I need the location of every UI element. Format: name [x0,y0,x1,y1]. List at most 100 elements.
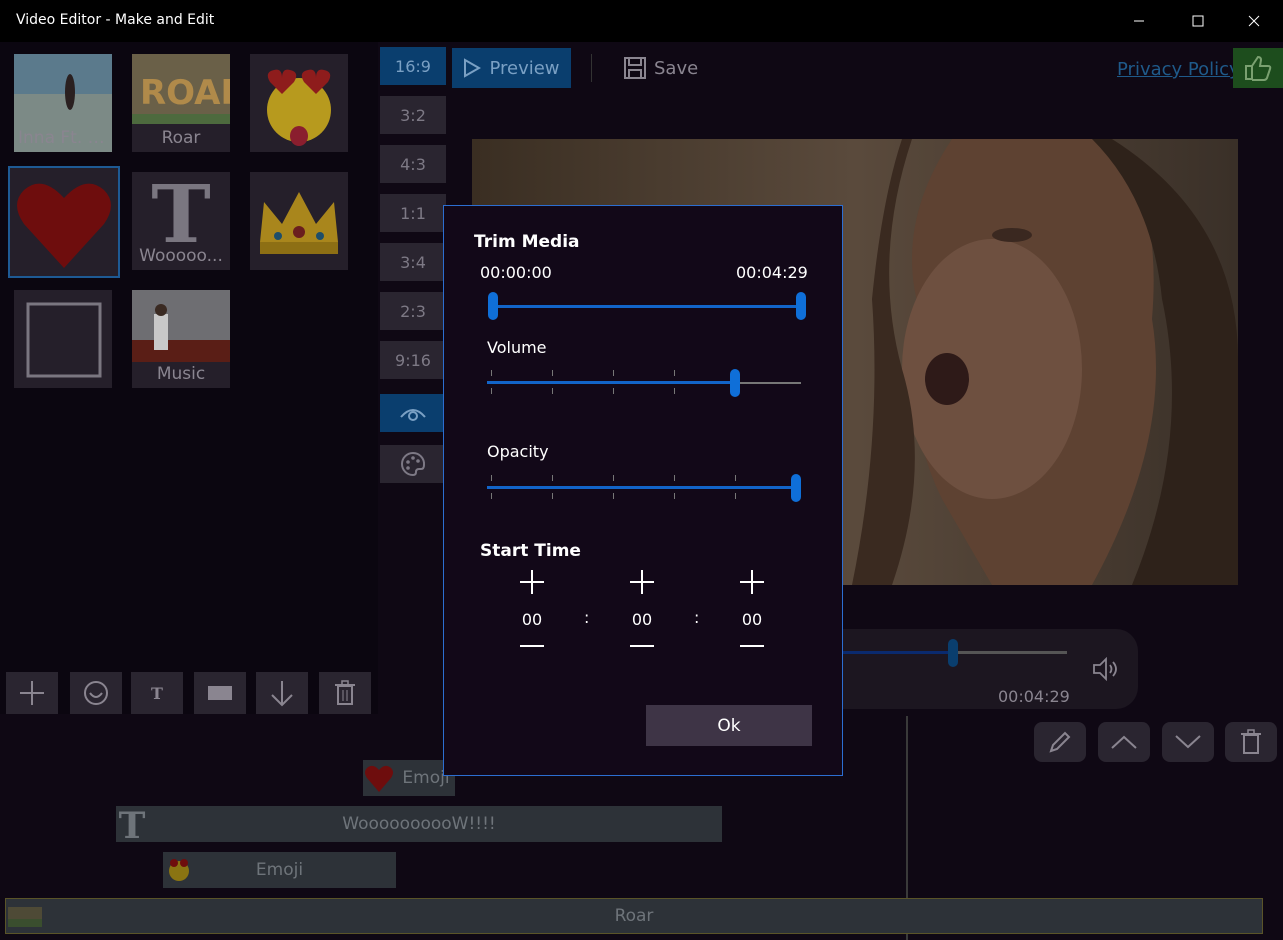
minutes-value[interactable]: 00 [612,610,672,629]
media-tile-roar[interactable]: ROAR Roar [132,54,230,152]
media-tile-crown[interactable] [250,172,348,270]
track-label: Emoji [255,860,304,880]
ratio-3-2-button[interactable]: 3:2 [380,96,446,134]
visibility-button[interactable] [380,394,446,432]
add-emoji-button[interactable] [70,672,122,714]
ratio-4-3-button[interactable]: 4:3 [380,145,446,183]
start-time-label: Start Time [480,541,581,561]
minimize-icon [1134,20,1144,22]
minus-icon [520,645,544,647]
slider-tick [613,493,614,499]
minutes-decrement-button[interactable] [612,637,672,656]
pencil-icon [1049,731,1071,753]
svg-text:T: T [119,806,146,842]
time-separator: : [694,608,700,627]
play-icon [464,58,482,78]
ratio-9-16-button[interactable]: 9:16 [380,341,446,379]
opacity-slider[interactable] [487,474,801,517]
preview-button[interactable]: Preview [452,48,571,88]
hours-decrement-button[interactable] [502,637,562,656]
move-down-button[interactable] [256,672,308,714]
track-label: Roar [614,906,654,926]
plus-icon [520,570,544,594]
chevron-up-icon [1111,735,1137,749]
trim-start-thumb[interactable] [488,292,498,320]
ok-button[interactable]: Ok [646,705,812,746]
ratio-3-4-button[interactable]: 3:4 [380,243,446,281]
slider-tick [674,475,675,481]
timeline-track-emoji-heart[interactable]: Emoji [363,760,455,796]
media-tile-label: Inna Ft. J... [18,128,109,148]
rectangle-icon [208,686,232,700]
timeline-track-text[interactable]: T WoooooooooW!!!! [116,806,722,842]
background-color-button[interactable] [380,445,446,483]
media-tile-label: Wooooo... [139,246,223,266]
volume-thumb[interactable] [730,369,740,397]
time-separator: : [584,608,590,627]
media-panel: Inna Ft. J... ROAR Roar [0,42,378,714]
media-tile-love-emoji[interactable] [250,54,348,152]
timeline-track-emoji-love[interactable]: Emoji [163,852,396,888]
media-tile-label: Music [156,364,206,384]
media-tile-text[interactable]: T Wooooo... [132,172,230,270]
privacy-policy-link[interactable]: Privacy Policy [1117,59,1240,80]
track-up-button[interactable] [1098,722,1150,762]
delete-track-button[interactable] [1225,722,1277,762]
edit-track-button[interactable] [1034,722,1086,762]
hours-value[interactable]: 00 [502,610,562,629]
timeline-track-roar[interactable]: Roar [5,898,1263,934]
volume-button[interactable] [1092,656,1120,685]
chevron-down-icon [1175,735,1201,749]
ratio-1-1-button[interactable]: 1:1 [380,194,446,232]
close-icon [1248,15,1260,27]
media-tile-rectangle[interactable] [14,290,112,388]
minutes-increment-button[interactable] [612,568,672,602]
dialog-title: Trim Media [474,232,580,252]
svg-text:ROAR: ROAR [140,73,230,113]
close-button[interactable] [1225,0,1283,42]
seconds-increment-button[interactable] [722,568,782,602]
trim-media-dialog: Trim Media 00:00:00 00:04:29 Volume Opac… [443,205,843,776]
seconds-value[interactable]: 00 [722,610,782,629]
maximize-button[interactable] [1169,0,1227,42]
plus-icon [20,681,44,705]
slider-tick [613,370,614,376]
svg-text:T: T [151,684,163,703]
toolbar-divider [591,54,592,82]
minimize-button[interactable] [1110,0,1168,42]
delete-media-button[interactable] [319,672,371,714]
slider-tick [491,370,492,376]
slider-tick [491,475,492,481]
rectangle-shape-icon [26,302,102,378]
save-button[interactable]: Save [624,48,704,88]
ratio-16-9-button[interactable]: 16:9 [380,47,446,85]
speaker-icon [1093,656,1117,682]
slider-tick [552,475,553,481]
volume-slider[interactable] [487,369,801,412]
slider-tick [491,388,492,394]
media-tile-inna[interactable]: Inna Ft. J... [14,54,112,152]
trim-start-time: 00:00:00 [480,263,552,282]
opacity-thumb[interactable] [791,474,801,502]
media-tile-music[interactable]: Music [132,290,230,388]
like-button[interactable] [1233,48,1283,88]
seek-bar-thumb[interactable] [948,639,958,667]
add-media-button[interactable] [6,672,58,714]
slider-tick [552,493,553,499]
media-tile-heart[interactable] [8,166,120,278]
slider-tick [674,388,675,394]
heart-icon [365,765,393,792]
palette-icon [401,451,426,477]
arrow-down-icon [271,681,293,707]
add-shape-button[interactable] [194,672,246,714]
hours-increment-button[interactable] [502,568,562,602]
volume-fill [487,381,732,384]
track-down-button[interactable] [1162,722,1214,762]
add-text-button[interactable]: T [131,672,183,714]
roar-thumbnail-icon [8,907,42,927]
minus-icon [630,645,654,647]
ratio-2-3-button[interactable]: 2:3 [380,292,446,330]
heart-icon [17,183,111,268]
trim-end-thumb[interactable] [796,292,806,320]
seconds-decrement-button[interactable] [722,637,782,656]
